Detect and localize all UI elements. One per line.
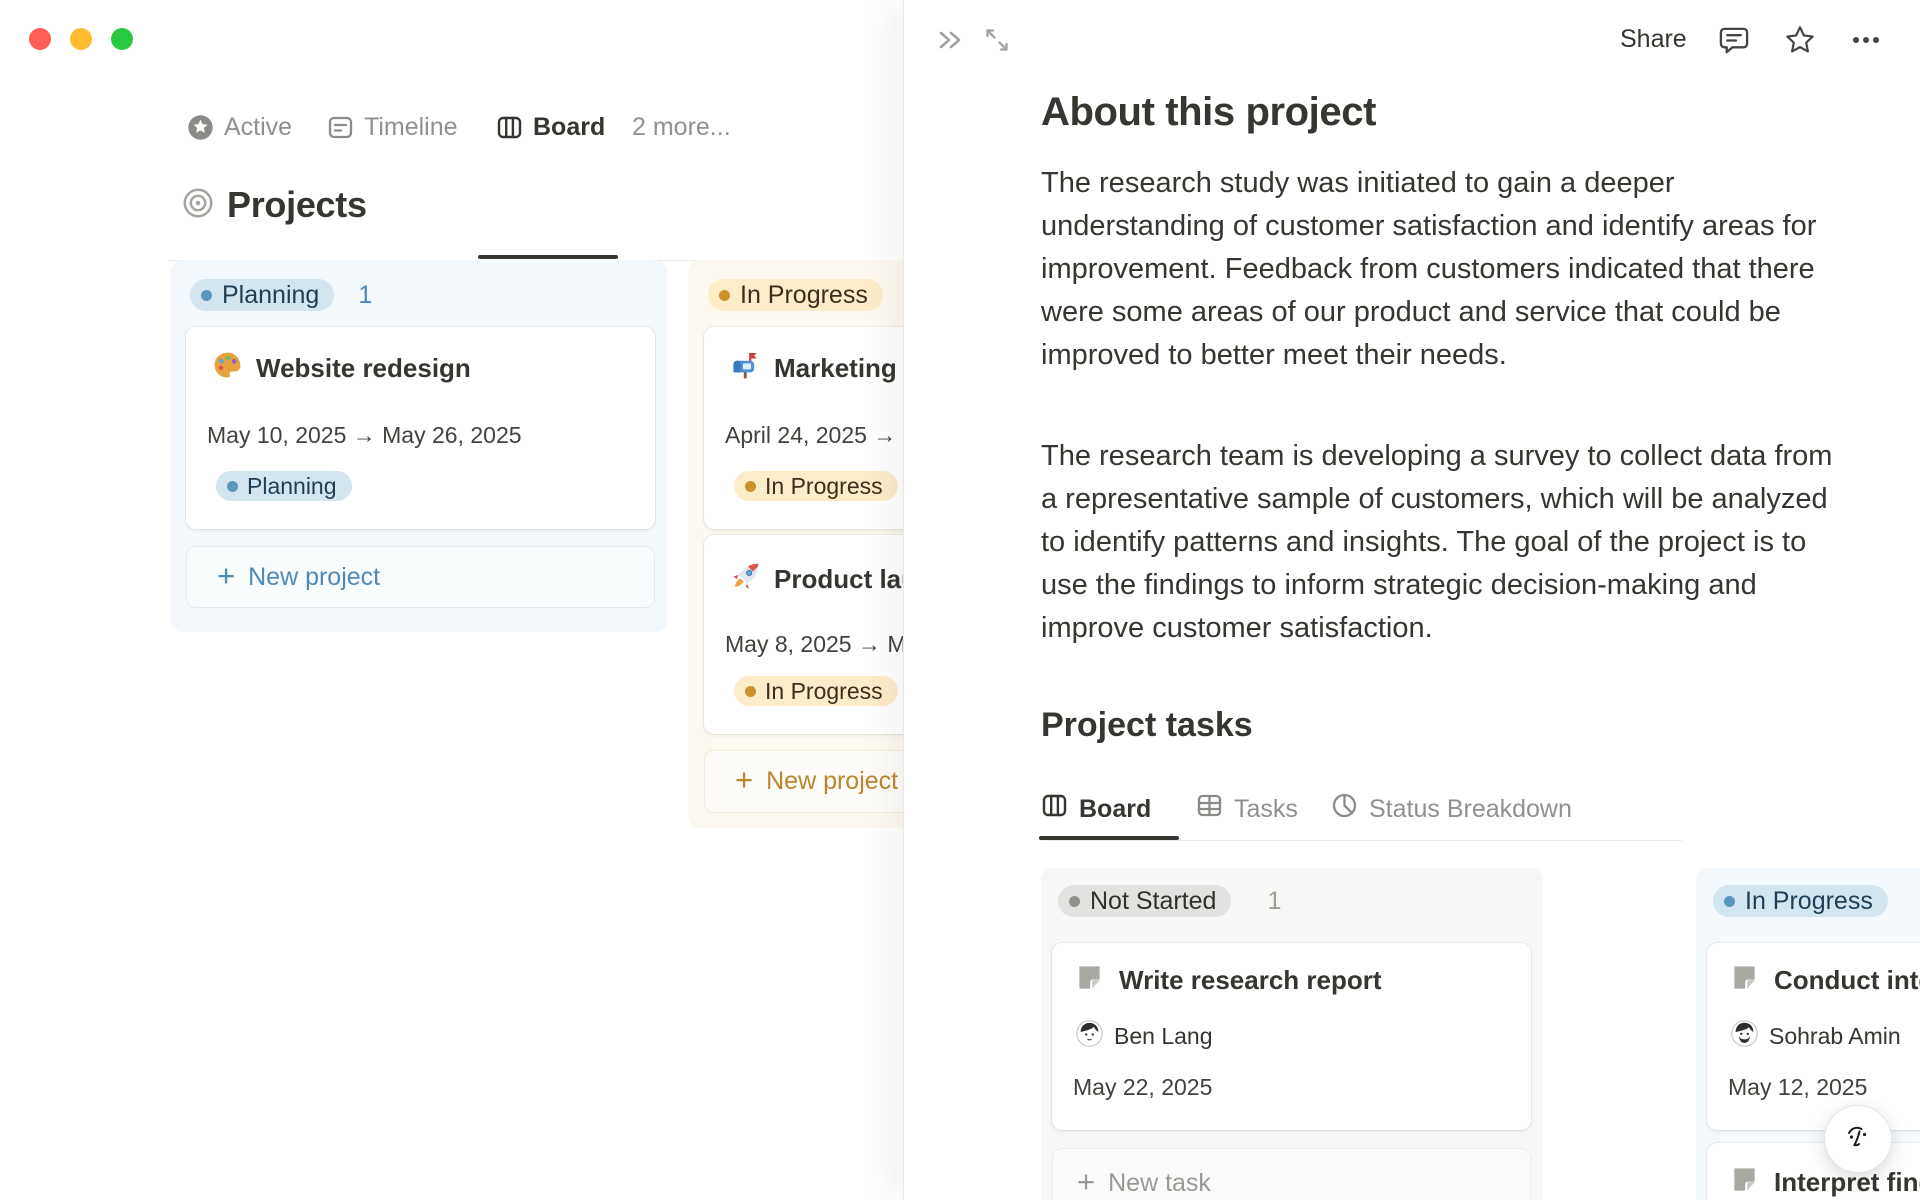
task-card-write-research-report[interactable]: Write research report Ben Lang May 22, 2… [1052,943,1531,1130]
status-dot [227,480,238,492]
palette-emoji [212,350,243,386]
card-dates: May 8, 2025 → Ma [725,631,920,657]
card-title: Conduct interviews [1774,964,1920,995]
zoom-window-button[interactable] [111,28,133,50]
page-title-row: Projects [181,184,367,226]
card-title: Product lau [774,563,918,594]
expand-icon[interactable] [981,24,1013,56]
new-project-button[interactable]: + New project [186,546,655,608]
tab-board-view[interactable]: Board [496,104,605,150]
status-pill-planning[interactable]: Planning [190,279,335,311]
more-icon[interactable] [1850,24,1882,56]
status-dot [1724,895,1735,907]
page-title: Projects [227,184,367,225]
tab-label: Board [533,112,606,141]
board-view-tabs: Active Timeline Board 2 more... [0,104,903,261]
status-dot [745,480,756,492]
board-icon [1041,792,1068,826]
doc-paragraph: The research team is developing a survey… [1041,440,1833,644]
plus-icon: + [1077,1163,1096,1199]
window-controls [29,28,133,50]
notion-ai-button[interactable] [1824,1105,1892,1173]
task-card-conduct-interviews[interactable]: Conduct interviews Sohrab Amin May 12, 2… [1707,943,1920,1130]
new-task-button[interactable]: + New task [1052,1148,1531,1200]
tab-label: 2 more... [632,112,731,141]
plus-icon: + [217,557,236,593]
card-dates: May 10, 2025 → May 26, 2025 [207,422,522,448]
card-title: Website redesign [256,352,471,383]
card-status-tag: In Progress [734,676,898,706]
card-title: Marketing c [774,352,919,383]
tab-label: Timeline [364,112,458,141]
plus-icon: + [735,762,754,797]
mailbox-emoji [730,350,761,386]
table-icon [1196,792,1223,826]
board-icon [496,114,523,141]
column-header: In Progress 2 [1713,885,1920,917]
tab-board-view[interactable]: Board [1041,783,1151,835]
star-circle-icon [187,114,214,141]
avatar-ben-lang [1076,1020,1103,1053]
tab-more-views[interactable]: 2 more... [632,104,731,150]
active-tab-underline [478,255,618,259]
tabs-divider [1041,840,1682,841]
card-status-tag: In Progress [734,471,898,501]
doc-heading: About this project [1041,90,1377,134]
card-dates: April 24, 2025 → M [725,422,922,448]
tab-tasks-view[interactable]: Tasks [1196,783,1298,835]
share-button[interactable]: Share [1620,14,1687,64]
page-icon [1076,964,1103,996]
status-pill-in-progress[interactable]: In Progress [708,279,883,311]
rocket-emoji [730,561,761,597]
column-header: In Progress [708,279,883,311]
tab-label: Active [224,112,293,141]
status-dot [719,289,730,301]
column-header: Not Started 1 [1058,885,1281,917]
assignee-name: Ben Lang [1114,1023,1213,1049]
assignee-name: Sohrab Amin [1769,1023,1901,1049]
project-card-website-redesign[interactable]: Website redesign May 10, 2025 → May 26, … [186,327,655,529]
timeline-icon [327,114,354,141]
status-pill-not-started[interactable]: Not Started [1058,885,1232,917]
tab-timeline-view[interactable]: Timeline [327,104,458,150]
column-planning: Planning 1 Website redesign May 10, 2025… [171,260,667,632]
status-dot [1069,895,1080,907]
minimize-window-button[interactable] [70,28,92,50]
tab-status-breakdown-view[interactable]: Status Breakdown [1331,783,1572,835]
status-dot [745,685,756,697]
column-count: 1 [1267,886,1282,915]
status-dot [201,289,212,301]
card-date: May 22, 2025 [1073,1074,1213,1100]
tab-active-view[interactable]: Active [187,104,292,150]
double-chevron-right-icon[interactable] [934,24,966,56]
close-window-button[interactable] [29,28,51,50]
page-icon [1731,1166,1758,1198]
tasks-view-tabs: Board Tasks Status Breakdown [1041,783,1821,835]
pie-chart-icon [1331,792,1358,826]
comment-icon[interactable] [1718,24,1750,56]
column-count: 1 [358,280,373,309]
doc-paragraph: The research study was initiated to gain… [1041,167,1817,371]
column-not-started: Not Started 1 Write research report Ben … [1041,868,1543,1200]
target-icon [181,186,215,225]
ai-face-icon [1839,1118,1877,1161]
card-title: Write research report [1119,964,1382,995]
status-pill-in-progress[interactable]: In Progress [1713,885,1888,917]
star-icon[interactable] [1784,24,1816,56]
card-status-tag: Planning [216,471,352,501]
avatar-sohrab-amin [1731,1020,1758,1053]
side-peek-panel: Share About this project The research st… [903,0,1920,1200]
tasks-section-heading: Project tasks [1041,706,1253,744]
page-icon [1731,964,1758,996]
card-date: May 12, 2025 [1728,1074,1868,1100]
column-header: Planning 1 [190,279,372,311]
notion-window: Active Timeline Board 2 more... Projects [0,0,1920,1200]
